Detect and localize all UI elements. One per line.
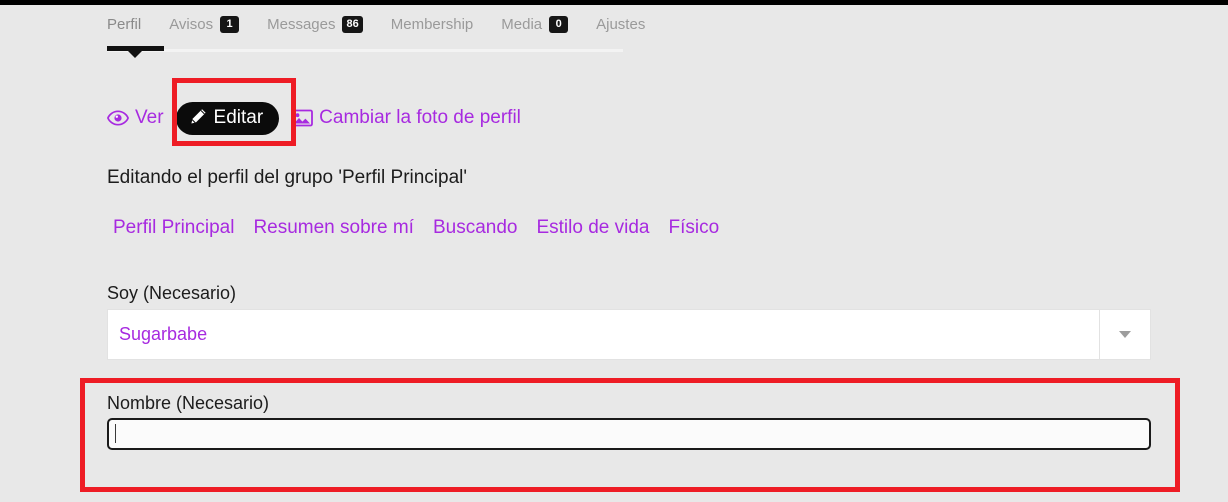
tab-avisos-badge: 1 xyxy=(220,15,240,33)
page-canvas: Perfil Avisos 1 Messages 86 Membership M… xyxy=(0,5,1228,502)
soy-select-dropdown-button[interactable] xyxy=(1100,309,1151,360)
subnav-item-fisico[interactable]: Físico xyxy=(668,217,719,239)
text-cursor xyxy=(115,424,116,443)
subnav-item-resumen-sobre-mi[interactable]: Resumen sobre mí xyxy=(253,217,414,239)
soy-select-value: Sugarbabe xyxy=(119,324,208,344)
tab-ajustes[interactable]: Ajustes xyxy=(582,10,659,38)
tab-media-label: Media xyxy=(501,15,543,33)
change-profile-photo-link[interactable]: Cambiar la foto de perfil xyxy=(291,107,521,129)
profile-group-subnav: Perfil Principal Resumen sobre mí Buscan… xyxy=(113,217,719,239)
tab-membership[interactable]: Membership xyxy=(377,10,488,38)
tab-avisos-label: Avisos xyxy=(169,15,214,33)
subnav-item-buscando[interactable]: Buscando xyxy=(433,217,518,239)
view-profile-link[interactable]: Ver xyxy=(107,107,164,129)
edit-profile-label: Editar xyxy=(213,106,264,128)
tab-messages-badge: 86 xyxy=(342,15,363,33)
tab-avisos[interactable]: Avisos 1 xyxy=(155,10,253,38)
tab-perfil-label: Perfil xyxy=(107,15,142,33)
image-icon xyxy=(291,109,314,127)
tab-list: Perfil Avisos 1 Messages 86 Membership M… xyxy=(107,10,1157,42)
subnav-item-estilo-de-vida[interactable]: Estilo de vida xyxy=(536,217,649,239)
subnav-item-perfil-principal[interactable]: Perfil Principal xyxy=(113,217,234,239)
chevron-down-icon xyxy=(1119,331,1131,338)
tab-messages[interactable]: Messages 86 xyxy=(253,10,377,38)
view-profile-label: Ver xyxy=(135,107,164,128)
nombre-input[interactable] xyxy=(107,418,1151,450)
primary-tab-nav: Perfil Avisos 1 Messages 86 Membership M… xyxy=(107,10,1157,50)
tab-perfil[interactable]: Perfil xyxy=(107,10,155,38)
tab-ajustes-label: Ajustes xyxy=(596,15,646,33)
page-title: Editando el perfil del grupo 'Perfil Pri… xyxy=(107,167,468,188)
tab-media-badge: 0 xyxy=(549,15,569,33)
eye-icon xyxy=(107,110,129,126)
edit-profile-link[interactable]: Editar xyxy=(175,101,280,135)
soy-field-label: Soy (Necesario) xyxy=(107,283,237,303)
nombre-field-label: Nombre (Necesario) xyxy=(107,393,270,413)
tab-messages-label: Messages xyxy=(267,15,336,33)
soy-select-wrapper: Sugarbabe xyxy=(107,309,1151,360)
tab-media[interactable]: Media 0 xyxy=(487,10,582,38)
tab-divider xyxy=(107,49,623,52)
soy-select[interactable]: Sugarbabe xyxy=(107,309,1100,360)
tab-membership-label: Membership xyxy=(390,15,474,33)
profile-action-links: Ver Editar Cambiar la foto de perfil xyxy=(107,101,521,135)
active-tab-caret-icon xyxy=(128,51,142,58)
change-profile-photo-label: Cambiar la foto de perfil xyxy=(319,107,521,128)
pencil-icon xyxy=(188,108,207,127)
